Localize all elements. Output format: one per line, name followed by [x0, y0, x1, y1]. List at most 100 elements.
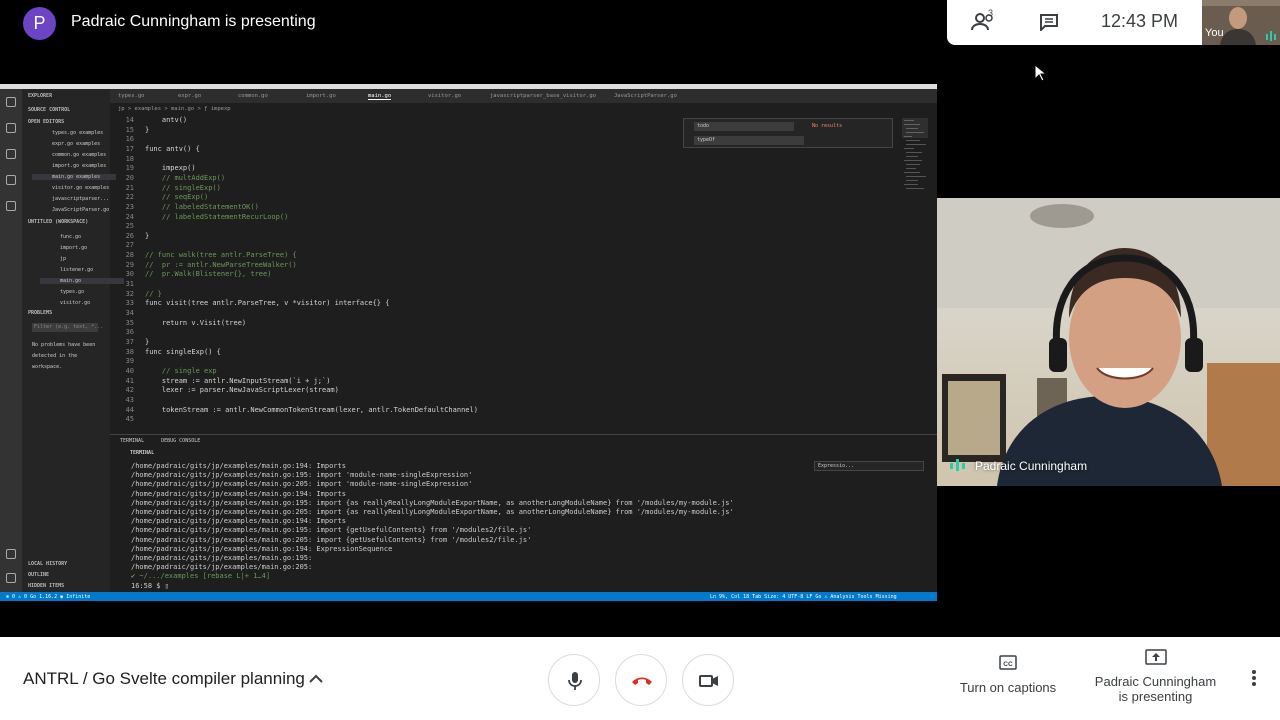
line-number: 25	[125, 222, 134, 231]
open-file: expr.go examples	[52, 141, 101, 147]
code-line: // }	[145, 289, 162, 298]
line-number: 26	[125, 231, 134, 240]
line-number: 38	[125, 347, 134, 356]
explorer-header: EXPLORER	[28, 93, 53, 99]
self-label: You	[1205, 27, 1224, 39]
code-line: tokenStream := antlr.NewCommonTokenStrea…	[145, 405, 478, 414]
line-number: 45	[125, 415, 134, 424]
status-right: Ln 9%, Col 18 Tab Size: 4 UTF-8 LF Go ⚠ …	[710, 594, 897, 600]
line-number: 18	[125, 154, 134, 163]
source-control-header: SOURCE CONTROL	[28, 107, 71, 113]
line-number: 27	[125, 241, 134, 250]
code-line: // single exp	[145, 366, 217, 375]
terminal-line: /home/padraic/gits/jp/examples/main.go:2…	[131, 535, 532, 544]
editor-tab: types.go	[118, 93, 145, 99]
line-number: 16	[125, 135, 134, 144]
captions-button[interactable]: CC Turn on captions	[950, 655, 1066, 695]
open-file: visitor.go examples	[52, 185, 110, 191]
code-line: // multAddExp()	[145, 173, 226, 182]
terminal-line: /home/padraic/gits/jp/examples/main.go:1…	[131, 554, 313, 562]
open-file: javascriptparser...	[52, 196, 110, 202]
editor-tab: visitor.go	[428, 93, 462, 99]
line-number: 44	[125, 405, 134, 414]
terminal-line: /home/padraic/gits/jp/examples/main.go:2…	[131, 508, 734, 516]
line-number: 15	[125, 125, 134, 134]
chevron-up-icon[interactable]	[308, 672, 324, 684]
line-number: 21	[125, 183, 134, 192]
chat-icon[interactable]	[1039, 13, 1059, 31]
participant-video-tile[interactable]: Padraic Cunningham	[937, 198, 1280, 486]
terminal-line: /home/padraic/gits/jp/examples/main.go:1…	[131, 498, 734, 507]
debug-icon	[6, 175, 16, 185]
code-line: antv()	[145, 116, 188, 124]
outline-header: OUTLINE	[28, 572, 50, 578]
line-number: 37	[125, 337, 134, 346]
code-line: // func walk(tree antlr.ParseTree) {	[145, 251, 297, 260]
audio-level-icon	[950, 459, 965, 471]
no-problems-text: detected in the	[32, 353, 78, 359]
line-number: 20	[125, 173, 134, 182]
panel-tab: DEBUG CONSOLE	[161, 438, 201, 444]
editor-tab-active: main.go	[368, 93, 392, 100]
line-number: 32	[125, 289, 134, 298]
code-line: return v.Visit(tree)	[145, 318, 247, 327]
find-input: todo	[694, 122, 794, 131]
code-editor: 14 antv() 15} 16 17 func antv() {18 19 impexp…	[110, 114, 910, 434]
people-icon[interactable]	[971, 12, 997, 32]
code-line: func visit(tree antlr.ParseTree, v *visi…	[145, 299, 390, 308]
account-icon	[6, 549, 16, 559]
terminal-line: /home/padraic/gits/jp/examples/main.go:1…	[131, 489, 346, 498]
no-problems-text: workspace.	[32, 364, 63, 370]
closed-captions-icon: CC	[999, 655, 1017, 670]
settings-icon	[6, 573, 16, 583]
line-number: 24	[125, 212, 134, 221]
terminal-line: /home/padraic/gits/jp/examples/main.go:1…	[131, 471, 473, 480]
meet-window: P Padraic Cunningham is presenting 3 12:…	[0, 0, 1280, 720]
code-line: impexp()	[145, 164, 196, 173]
terminal-line: /home/padraic/gits/jp/examples/main.go:2…	[131, 480, 473, 489]
meeting-name[interactable]: ANTRL / Go Svelte compiler planning	[23, 669, 305, 689]
line-number: 22	[125, 193, 134, 202]
open-file: types.go examples	[52, 130, 104, 136]
line-number: 33	[125, 299, 134, 308]
present-screen-icon	[1144, 649, 1167, 665]
line-number: 19	[125, 164, 134, 173]
terminal-line: ✔ ~/.../examples [rebase L|+ 1…4]	[131, 572, 271, 581]
video-camera-icon	[699, 675, 718, 687]
clock: 12:43 PM	[1101, 11, 1179, 31]
more-options-icon[interactable]	[1244, 668, 1264, 688]
microphone-button[interactable]	[548, 654, 600, 706]
presenter-avatar: P	[23, 7, 56, 40]
code-line: func singleExp() {	[145, 347, 221, 356]
problems-filter-input: Filter (e.g. text, *...	[32, 323, 104, 332]
status-bar: ⊗ 0 ⚠ 0 Go 1.16.2 ◉ Infinite Ln 9%, Col …	[0, 592, 937, 601]
self-video-tile[interactable]: You	[1202, 0, 1280, 45]
presenting-button[interactable]: Padraic Cunningham is presenting	[1088, 649, 1223, 704]
status-left: ⊗ 0 ⚠ 0 Go 1.16.2 ◉ Infinite	[6, 594, 91, 600]
presenting-label-1: Padraic Cunningham	[1094, 674, 1217, 689]
shared-screen: EXPLORER SOURCE CONTROL OPEN EDITORS typ…	[0, 84, 937, 601]
terminal-line: /home/padraic/gits/jp/examples/main.go:1…	[131, 526, 532, 535]
editor-tab: JavaScriptParser.go	[614, 93, 677, 99]
line-number: 30	[125, 270, 134, 279]
problems-header: PROBLEMS	[28, 310, 53, 316]
code-line: stream := antlr.NewInputStream(`i + j;`)	[145, 376, 331, 385]
code-line: // pr.Walk(Blistener{}, tree)	[145, 270, 272, 279]
workspace-file: jp	[60, 256, 67, 262]
camera-button[interactable]	[682, 654, 734, 706]
no-problems-text: No problems have been	[32, 342, 96, 348]
microphone-icon	[568, 672, 582, 690]
people-count: 3	[988, 8, 994, 18]
participant-name: Padraic Cunningham	[975, 459, 1088, 473]
workspace-file: func.go	[60, 234, 82, 240]
code-line: }	[145, 125, 150, 134]
code-line: // pr := antlr.NewParseTreeWalker()	[145, 260, 297, 269]
line-number: 34	[125, 309, 134, 317]
captions-label: Turn on captions	[959, 680, 1057, 695]
terminal-title: TERMINAL	[130, 450, 155, 456]
code-line: }	[145, 337, 150, 346]
code-line: // seqExp()	[145, 193, 209, 202]
hang-up-button[interactable]	[615, 654, 667, 706]
line-number: 23	[125, 202, 134, 211]
line-number: 42	[125, 386, 134, 395]
